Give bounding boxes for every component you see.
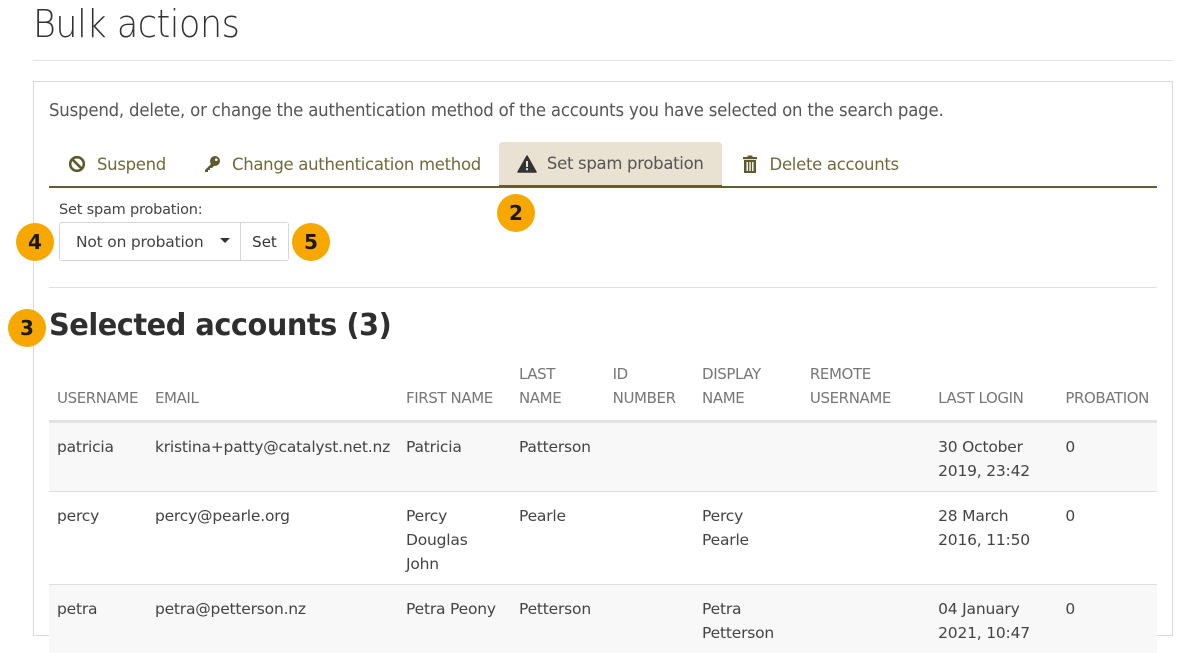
- cell-display-name: Percy Pearle: [694, 492, 802, 585]
- selected-accounts-table: USERNAME EMAIL FIRST NAME LASTNAME IDNUM…: [49, 362, 1157, 653]
- selected-option: Not on probation: [76, 233, 204, 251]
- col-email: EMAIL: [147, 362, 398, 422]
- col-last-name: LASTNAME: [511, 362, 605, 422]
- callout-badge-5: 5: [292, 223, 330, 261]
- spam-probation-control: Not on probation Set: [59, 222, 289, 261]
- col-probation: PROBATION: [1057, 362, 1157, 422]
- cell-first-name: Patricia: [398, 422, 511, 492]
- tab-label: Change authentication method: [232, 155, 481, 174]
- cell-probation: 0: [1057, 492, 1157, 585]
- col-first-name: FIRST NAME: [398, 362, 511, 422]
- warning-icon: [517, 154, 537, 174]
- cell-last-name: Pearle: [511, 492, 605, 585]
- tab-set-spam-probation[interactable]: Set spam probation: [499, 142, 722, 188]
- cell-display-name: [694, 422, 802, 492]
- cell-remote-username: [802, 422, 930, 492]
- intro-text: Suspend, delete, or change the authentic…: [49, 101, 944, 121]
- cell-id-number: [605, 422, 694, 492]
- tab-label: Delete accounts: [770, 155, 899, 174]
- col-username: USERNAME: [49, 362, 147, 422]
- key-icon: [202, 154, 222, 174]
- cell-id-number: [605, 492, 694, 585]
- callout-badge-3: 3: [8, 309, 46, 347]
- cell-username: patricia: [49, 422, 147, 492]
- trash-icon: [740, 154, 760, 174]
- callout-badge-2: 2: [497, 194, 535, 232]
- selected-accounts-heading: Selected accounts (3): [49, 308, 391, 343]
- cell-username: percy: [49, 492, 147, 585]
- cell-last-login: 28 March 2016, 11:50: [930, 492, 1057, 585]
- col-last-login: LAST LOGIN: [930, 362, 1057, 422]
- cell-probation: 0: [1057, 422, 1157, 492]
- tab-label: Suspend: [97, 155, 166, 174]
- col-display-name: DISPLAYNAME: [694, 362, 802, 422]
- col-id-number: IDNUMBER: [605, 362, 694, 422]
- table-row: patricia kristina+patty@catalyst.net.nz …: [49, 422, 1157, 492]
- cell-last-login: 30 October 2019, 23:42: [930, 422, 1057, 492]
- title-divider: [33, 60, 1173, 61]
- tab-suspend[interactable]: Suspend: [49, 142, 184, 186]
- bulk-actions-panel: Suspend, delete, or change the authentic…: [33, 81, 1173, 636]
- cell-remote-username: [802, 492, 930, 585]
- caret-down-icon: [220, 238, 230, 243]
- section-divider: [49, 287, 1157, 288]
- spam-probation-select[interactable]: Not on probation: [60, 223, 241, 260]
- table-header-row: USERNAME EMAIL FIRST NAME LASTNAME IDNUM…: [49, 362, 1157, 422]
- ban-icon: [67, 154, 87, 174]
- action-tabs: Suspend Change authentication method Set…: [49, 142, 1157, 188]
- cell-email: kristina+patty@catalyst.net.nz: [147, 422, 398, 492]
- tab-change-authentication-method[interactable]: Change authentication method: [184, 142, 499, 186]
- page-title: Bulk actions: [33, 2, 239, 46]
- table-row: percy percy@pearle.org Percy Douglas Joh…: [49, 492, 1157, 585]
- tab-label: Set spam probation: [547, 154, 704, 173]
- col-remote-username: REMOTEUSERNAME: [802, 362, 930, 422]
- tab-delete-accounts[interactable]: Delete accounts: [722, 142, 917, 186]
- callout-badge-4: 4: [16, 223, 54, 261]
- cell-email: percy@pearle.org: [147, 492, 398, 585]
- cell-first-name: Percy Douglas John: [398, 492, 511, 585]
- set-button[interactable]: Set: [241, 223, 288, 260]
- cell-last-name: Patterson: [511, 422, 605, 492]
- spam-probation-label: Set spam probation:: [59, 202, 202, 218]
